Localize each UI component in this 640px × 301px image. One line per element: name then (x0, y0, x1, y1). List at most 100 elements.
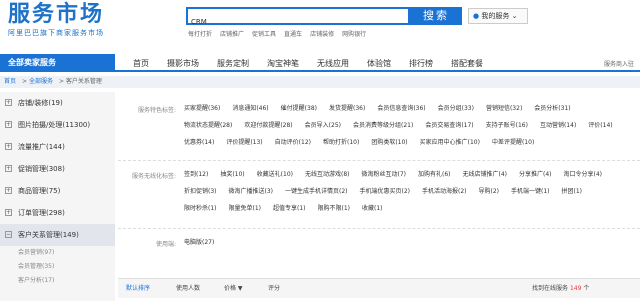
wireless-tag[interactable]: 收藏送礼(10) (257, 166, 293, 183)
sidebar-subitem[interactable]: 客户分析(17) (0, 274, 115, 288)
breadcrumb-item[interactable]: 全部服务 (29, 78, 53, 85)
all-services-menu[interactable]: 全部卖家服务 (0, 54, 115, 72)
nav-item-home[interactable]: 首页 (124, 58, 158, 69)
feature-tag[interactable]: 买家应用中心推广(10) (420, 134, 480, 151)
breadcrumb-item[interactable]: 首页 (4, 78, 16, 85)
wireless-tag[interactable]: 限购不限(1) (318, 200, 351, 217)
wireless-tag[interactable]: 限量免单(1) (229, 200, 262, 217)
nav-item-experience[interactable]: 体验馆 (358, 58, 400, 69)
sidebar-item-label: 订单管理(298) (18, 209, 65, 217)
wireless-tag[interactable]: 手机端一键(1) (511, 183, 550, 200)
my-service-label: 我的服务 ⌄ (481, 12, 518, 20)
feature-tag[interactable]: 营销短信(32) (486, 100, 522, 117)
feature-tag[interactable]: 买家提醒(36) (184, 100, 220, 117)
sidebar-item-traffic[interactable]: + 流量推广(144) (0, 136, 115, 158)
sidebar-item-label: 促销管理(308) (18, 165, 65, 173)
wireless-tag[interactable]: 一键生成手机详情页(2) (285, 183, 348, 200)
nav-item-wireless[interactable]: 无线应用 (308, 58, 358, 69)
result-count-prefix: 找到在线服务 (532, 285, 569, 292)
wireless-tag[interactable]: 拼团(1) (562, 183, 583, 200)
hot-word[interactable]: 直通车 (284, 29, 302, 38)
wireless-tag[interactable]: 导购(2) (479, 183, 500, 200)
sort-price[interactable]: 价格 ▼ (224, 279, 243, 299)
sidebar-item-label: 图片拍摄/处理(11300) (18, 121, 91, 129)
wireless-tag[interactable]: 抽奖(10) (220, 166, 244, 183)
header: 服务市场 阿里巴巴旗下商家服务市场 搜索 ● 我的服务 ⌄ 每打打折 店铺推广 … (0, 0, 640, 50)
sidebar-item-product[interactable]: + 商品管理(75) (0, 180, 115, 202)
user-icon: ● (473, 12, 480, 20)
nav-item-ranking[interactable]: 排行榜 (400, 58, 442, 69)
feature-tag[interactable]: 优惠券(14) (184, 134, 214, 151)
feature-tag[interactable]: 会员分析(31) (534, 100, 570, 117)
usage-tag[interactable]: 电脑版(27) (184, 234, 214, 251)
sidebar-item-image[interactable]: + 图片拍摄/处理(11300) (0, 114, 115, 136)
feature-tag[interactable]: 会员消费等级分组(21) (353, 117, 413, 134)
hot-word[interactable]: 每打打折 (188, 29, 212, 38)
sidebar-subitem[interactable]: 会员营销(97) (0, 246, 115, 260)
wireless-tag[interactable]: 手机端优惠买页(2) (360, 183, 411, 200)
wireless-tag-row: 服务无线化标签: 签到(12) 抽奖(10) 收藏送礼(10) 无线互动游戏(8… (118, 166, 640, 222)
feature-tag[interactable]: 欢迎付款提醒(28) (244, 117, 292, 134)
nav-item-package[interactable]: 搭配套餐 (442, 58, 492, 69)
search-input[interactable] (188, 15, 408, 29)
nav-item-custom[interactable]: 服务定制 (208, 58, 258, 69)
divider (118, 160, 640, 161)
wireless-tag[interactable]: 微淘粉丝互动(7) (361, 166, 406, 183)
provider-join-link[interactable]: 服务商入驻 (604, 59, 634, 68)
my-service-dropdown[interactable]: ● 我的服务 ⌄ (468, 8, 528, 24)
wireless-tag[interactable]: 淘口令分享(4) (563, 166, 602, 183)
nav-item-photo[interactable]: 摄影市场 (158, 58, 208, 69)
sort-rating[interactable]: 评分 (268, 279, 280, 299)
hot-word[interactable]: 促销工具 (252, 29, 276, 38)
wireless-tag[interactable]: 微淘广播推送(3) (229, 183, 274, 200)
wireless-tag[interactable]: 折扣促销(3) (184, 183, 217, 200)
nav-item-shenbi[interactable]: 淘宝神笔 (258, 58, 308, 69)
feature-tag[interactable]: 会员导入(25) (305, 117, 341, 134)
wireless-tag[interactable]: 分享推广(4) (519, 166, 552, 183)
feature-tags: 买家提醒(36) 消息通知(46) 催付提醒(38) 发货提醒(36) 会员信息… (184, 100, 634, 151)
wireless-tag[interactable]: 加购有礼(6) (418, 166, 451, 183)
feature-tag[interactable]: 自动评价(12) (275, 134, 311, 151)
logo[interactable]: 服务市场 阿里巴巴旗下商家服务市场 (8, 2, 104, 38)
hot-word[interactable]: 店铺推广 (220, 29, 244, 38)
sort-default[interactable]: 默认排序 (126, 279, 150, 299)
sidebar-subitem[interactable]: 会员管理(35) (0, 260, 115, 274)
feature-tag[interactable]: 会员信息查询(36) (377, 100, 425, 117)
wireless-tag[interactable]: 无线店铺推广(4) (462, 166, 507, 183)
feature-tag[interactable]: 中差评提醒(10) (492, 134, 534, 151)
hot-word[interactable]: 网购银行 (342, 29, 366, 38)
feature-tag[interactable]: 会员分组(33) (438, 100, 474, 117)
sidebar-item-crm[interactable]: − 客户关系管理(149) (0, 224, 115, 246)
feature-tag[interactable]: 会员交易查询(17) (425, 117, 473, 134)
expand-icon: + (5, 99, 12, 106)
feature-tag[interactable]: 评价提醒(13) (226, 134, 262, 151)
usage-tags: 电脑版(27) (184, 234, 226, 251)
feature-tag[interactable]: 消息通知(46) (232, 100, 268, 117)
wireless-tag[interactable]: 收藏(1) (362, 200, 383, 217)
wireless-tag[interactable]: 手机活动海报(2) (422, 183, 467, 200)
feature-tag[interactable]: 催付提醒(38) (281, 100, 317, 117)
sidebar-item-order[interactable]: + 订单管理(298) (0, 202, 115, 224)
wireless-tag[interactable]: 超值专享(1) (273, 200, 306, 217)
hot-word[interactable]: 店铺装修 (310, 29, 334, 38)
sort-bar: 默认排序 使用人数 价格 ▼ 评分 找到在线服务 149 个 (118, 278, 640, 298)
wireless-tag[interactable]: 限时秒杀(1) (184, 200, 217, 217)
feature-tag[interactable]: 发货提醒(36) (329, 100, 365, 117)
feature-tag[interactable]: 评价(14) (588, 117, 612, 134)
wireless-tag[interactable]: 无线互动游戏(8) (305, 166, 350, 183)
feature-tag[interactable]: 物流状态提醒(28) (184, 117, 232, 134)
sort-users[interactable]: 使用人数 (176, 279, 200, 299)
feature-tag[interactable]: 团购类软(10) (371, 134, 407, 151)
feature-tag[interactable]: 支持子账号(16) (486, 117, 528, 134)
sidebar-item-promotion[interactable]: + 促销管理(308) (0, 158, 115, 180)
expand-icon: + (5, 165, 12, 172)
sidebar-item-shop[interactable]: + 店铺/装修(19) (0, 92, 115, 114)
search-button[interactable]: 搜索 (410, 7, 462, 25)
search-box (186, 7, 410, 29)
expand-icon: + (5, 187, 12, 194)
usage-row: 使用端: 电脑版(27) (118, 234, 640, 254)
feature-tag[interactable]: 互动营销(14) (540, 117, 576, 134)
feature-tag[interactable]: 帮助打折(10) (323, 134, 359, 151)
main-nav: 全部卖家服务 首页 摄影市场 服务定制 淘宝神笔 无线应用 体验馆 排行榜 搭配… (0, 54, 640, 72)
wireless-tag[interactable]: 签到(12) (184, 166, 208, 183)
